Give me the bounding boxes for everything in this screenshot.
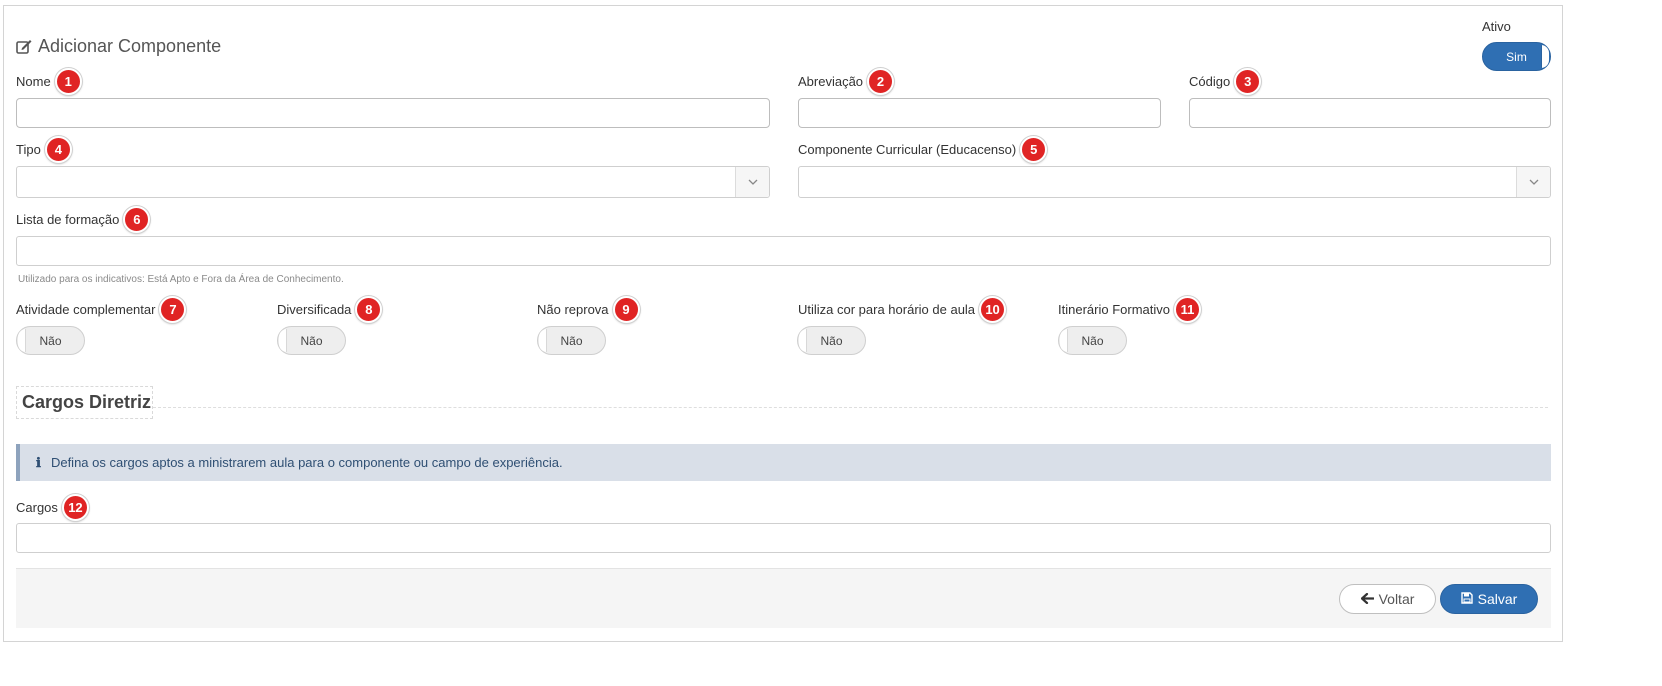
save-button-label: Salvar (1477, 591, 1518, 607)
active-toggle[interactable]: Sim (1482, 42, 1551, 71)
step-badge: 4 (44, 136, 72, 163)
atividade-complementar-toggle[interactable]: Não (16, 326, 85, 355)
componente-curricular-label: Componente Curricular (Educacenso) 5 (798, 136, 1048, 163)
toggle-knob (279, 329, 287, 352)
toggle-value: Não (300, 333, 323, 348)
componente-curricular-label-text: Componente Curricular (Educacenso) (798, 142, 1017, 157)
itinerario-formativo-toggle[interactable]: Não (1058, 326, 1127, 355)
step-badge: 3 (1234, 68, 1262, 95)
toggle-label-itinerario-formativo: Itinerário Formativo 11 (1058, 296, 1201, 323)
cargos-label: Cargos 12 (16, 494, 89, 521)
abreviacao-label-text: Abreviação (798, 74, 864, 89)
arrow-left-icon (1360, 591, 1375, 607)
abreviacao-input[interactable] (798, 98, 1161, 128)
lista-formacao-input[interactable] (16, 236, 1551, 266)
section-title: Cargos Diretriz (16, 386, 153, 419)
step-badge: 11 (1173, 296, 1201, 323)
componente-curricular-select[interactable] (798, 166, 1551, 198)
diversificada-toggle[interactable]: Não (277, 326, 346, 355)
step-badge: 10 (979, 296, 1007, 323)
chevron-down-icon[interactable] (735, 167, 769, 197)
codigo-label: Código 3 (1189, 68, 1262, 95)
active-label: Ativo (1482, 19, 1511, 34)
codigo-label-text: Código (1189, 74, 1231, 89)
toggle-label-text: Atividade complementar (16, 302, 156, 317)
toggle-knob (1060, 329, 1068, 352)
tipo-select[interactable] (16, 166, 770, 198)
page-title-text: Adicionar Componente (38, 36, 222, 56)
toggle-label-utiliza-cor: Utiliza cor para horário de aula 10 (798, 296, 1007, 323)
codigo-input[interactable] (1189, 98, 1551, 128)
save-button[interactable]: Salvar (1440, 584, 1538, 614)
toggle-value: Não (820, 333, 843, 348)
toggle-label-diversificada: Diversificada 8 (277, 296, 383, 323)
nome-label: Nome 1 (16, 68, 82, 95)
step-badge: 12 (61, 494, 89, 521)
toggle-knob (539, 329, 547, 352)
step-badge: 1 (54, 68, 82, 95)
cargos-label-text: Cargos (16, 500, 58, 515)
lista-formacao-help: Utilizado para os indicativos: Está Apto… (18, 274, 344, 285)
page-title: Adicionar Componente (16, 36, 221, 57)
form-footer (16, 568, 1551, 628)
nome-label-text: Nome (16, 74, 51, 89)
utiliza-cor-toggle[interactable]: Não (797, 326, 866, 355)
step-badge: 6 (123, 206, 151, 233)
nao-reprova-toggle[interactable]: Não (537, 326, 606, 355)
back-button[interactable]: Voltar (1339, 584, 1436, 614)
step-badge: 7 (159, 296, 187, 323)
abreviacao-label: Abreviação 2 (798, 68, 895, 95)
step-badge: 8 (355, 296, 383, 323)
active-toggle-value: Sim (1506, 49, 1527, 64)
toggle-knob (18, 329, 26, 352)
step-badge: 2 (867, 68, 895, 95)
back-button-label: Voltar (1378, 591, 1415, 607)
info-icon: ℹ (36, 454, 41, 470)
toggle-label-atividade-complementar: Atividade complementar 7 (16, 296, 187, 323)
toggle-label-nao-reprova: Não reprova 9 (537, 296, 640, 323)
section-divider (153, 407, 1548, 408)
lista-formacao-label: Lista de formação 6 (16, 206, 151, 233)
tipo-label: Tipo 4 (16, 136, 72, 163)
toggle-label-text: Não reprova (537, 302, 609, 317)
save-icon (1460, 591, 1473, 607)
toggle-label-text: Diversificada (277, 302, 352, 317)
chevron-down-icon[interactable] (1516, 167, 1550, 197)
toggle-knob (1541, 45, 1549, 68)
toggle-value: Não (1081, 333, 1104, 348)
info-alert: ℹ Defina os cargos aptos a ministrarem a… (16, 444, 1551, 481)
toggle-value: Não (560, 333, 583, 348)
cargos-input[interactable] (16, 523, 1551, 553)
tipo-label-text: Tipo (16, 142, 41, 157)
info-alert-text: Defina os cargos aptos a ministrarem aul… (50, 455, 563, 470)
toggle-label-text: Utiliza cor para horário de aula (798, 302, 976, 317)
lista-formacao-label-text: Lista de formação (16, 212, 120, 227)
toggle-label-text: Itinerário Formativo (1058, 302, 1170, 317)
step-badge: 9 (612, 296, 640, 323)
nome-input[interactable] (16, 98, 770, 128)
toggle-value: Não (39, 333, 62, 348)
edit-icon (16, 39, 32, 54)
toggle-knob (799, 329, 807, 352)
step-badge: 5 (1020, 136, 1048, 163)
